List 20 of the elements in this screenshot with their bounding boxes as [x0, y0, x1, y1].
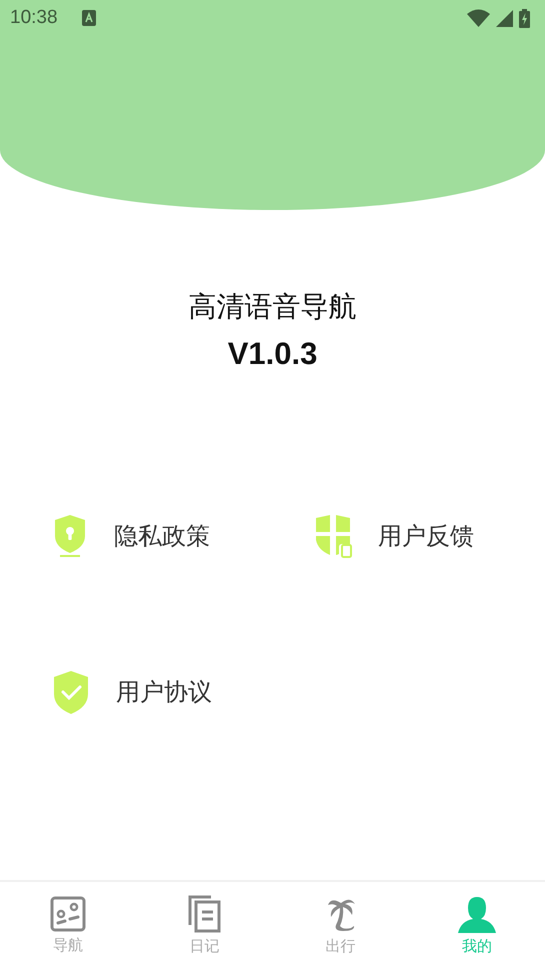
- menu-item-label[interactable]: 隐私政策: [114, 520, 210, 552]
- shield-phone-icon: [314, 514, 352, 558]
- nav-tab[interactable]: 导航: [0, 882, 136, 968]
- document-icon: [187, 894, 222, 932]
- signal-icon: [496, 10, 513, 26]
- keyboard-icon: [82, 10, 96, 26]
- battery-icon: [519, 8, 530, 28]
- menu-item-label[interactable]: 用户协议: [116, 676, 212, 708]
- app-version: V1.0.3: [228, 336, 318, 372]
- person-icon: [456, 894, 497, 932]
- app-name: 高清语音导航: [188, 289, 356, 325]
- nav-tab[interactable]: 出行: [272, 882, 409, 968]
- status-time: 10:38: [10, 7, 58, 29]
- wifi-icon: [467, 9, 490, 27]
- shield-lock-icon: [52, 514, 88, 558]
- nav-tab[interactable]: 我的: [408, 882, 545, 968]
- map-icon: [50, 896, 86, 932]
- menu-item-label[interactable]: 用户反馈: [378, 520, 474, 552]
- shield-check-icon: [52, 670, 90, 714]
- nav-tab[interactable]: 日记: [136, 882, 272, 968]
